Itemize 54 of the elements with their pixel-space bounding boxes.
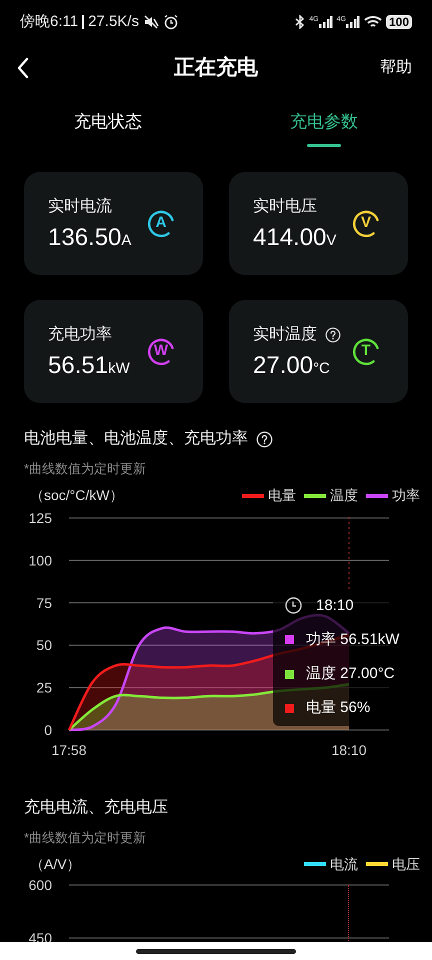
metric-unit: A: [121, 230, 132, 250]
battery-icon: 100: [386, 15, 412, 29]
signal-icon: [318, 16, 333, 28]
chart-title: 充电电流、充电电压: [24, 798, 168, 818]
metric-value: 27.00: [253, 350, 314, 380]
metric-label: 充电功率: [48, 324, 112, 344]
tooltip-time: 18:10: [316, 596, 354, 616]
axis-label: （A/V）: [30, 854, 81, 874]
tab[interactable]: 充电状态: [0, 92, 216, 150]
legend-label: 电流: [330, 854, 358, 874]
metric-unit: kW: [108, 358, 130, 378]
tooltip-value: 温度 27.00°C: [306, 664, 395, 684]
home-indicator[interactable]: [136, 948, 296, 954]
network-speed: 27.5K/s: [88, 12, 139, 32]
metric-label: 实时电流: [48, 196, 112, 216]
tooltip-value: 电量 56%: [306, 698, 370, 718]
metric-value: 56.51: [48, 350, 108, 380]
chart-title: 电池电量、电池温度、充电功率: [24, 428, 248, 449]
legend-label: 功率: [392, 486, 420, 505]
status-time: 傍晚6:11: [20, 12, 78, 32]
mute-icon: [142, 14, 159, 30]
wifi-icon: [364, 15, 382, 29]
tab[interactable]: 充电参数: [216, 92, 432, 150]
legend-label: 电量: [268, 486, 296, 505]
legend-label: 温度: [330, 486, 358, 505]
axis-label: （soc/°C/kW）: [30, 486, 124, 505]
help-icon[interactable]: [256, 430, 273, 448]
metric-value: 136.50: [48, 222, 122, 252]
chart-note: *曲线数值为定时更新: [23, 828, 148, 846]
x-tick-label: 17:58: [51, 742, 87, 758]
y-tick-label: 0: [44, 722, 52, 738]
y-tick-label: 125: [28, 510, 52, 526]
metric-unit: °C: [313, 358, 330, 378]
metric-value: 414.00: [253, 222, 326, 252]
chart-note: *曲线数值为定时更新: [23, 460, 148, 478]
page-title: 正在充电: [174, 54, 258, 82]
help-icon[interactable]: [325, 326, 341, 342]
alarm-icon: [162, 14, 179, 30]
legend-label: 电压: [392, 854, 420, 874]
y-tick-label: 25: [36, 679, 52, 696]
metric-label: 实时电压: [253, 196, 317, 216]
bluetooth-icon: [295, 15, 306, 29]
back-icon: [16, 57, 30, 79]
metric-label: 实时温度: [253, 324, 317, 344]
signal-icon: [346, 16, 360, 28]
x-tick-label: 18:10: [331, 742, 367, 758]
y-tick-label: 50: [36, 636, 52, 653]
y-tick-label: 100: [28, 552, 52, 568]
clock-icon: [285, 597, 302, 614]
y-tick-label: 600: [28, 877, 52, 893]
help-link[interactable]: 帮助: [380, 56, 416, 80]
tooltip-value: 功率 56.51kW: [306, 630, 400, 650]
y-tick-label: 75: [36, 594, 52, 610]
metric-unit: V: [326, 230, 336, 250]
